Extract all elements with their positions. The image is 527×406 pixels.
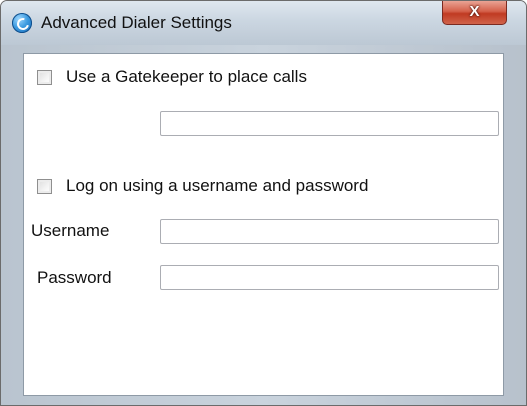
username-input[interactable] xyxy=(160,219,499,244)
title-bar[interactable]: Advanced Dialer Settings X xyxy=(1,1,526,45)
dialog-content: Use a Gatekeeper to place calls Log on u… xyxy=(23,53,504,396)
gatekeeper-checkbox[interactable] xyxy=(37,69,52,85)
dialog-window: Advanced Dialer Settings X Use a Gatekee… xyxy=(0,0,527,406)
gatekeeper-address-input[interactable] xyxy=(160,111,499,136)
username-label: Username xyxy=(31,221,110,240)
dialer-app-icon xyxy=(12,13,32,33)
logon-option[interactable]: Log on using a username and password xyxy=(37,176,368,196)
password-label: Password xyxy=(37,268,112,287)
window-frame-right xyxy=(504,45,526,405)
close-button[interactable]: X xyxy=(442,1,507,25)
password-input[interactable] xyxy=(160,265,499,290)
gatekeeper-checkbox-label[interactable]: Use a Gatekeeper to place calls xyxy=(66,67,307,87)
close-icon: X xyxy=(469,3,480,20)
logon-checkbox[interactable] xyxy=(37,178,52,194)
window-title: Advanced Dialer Settings xyxy=(41,13,232,32)
gatekeeper-option[interactable]: Use a Gatekeeper to place calls xyxy=(37,67,307,87)
logon-checkbox-label[interactable]: Log on using a username and password xyxy=(66,176,368,196)
window-frame-left xyxy=(1,45,23,405)
